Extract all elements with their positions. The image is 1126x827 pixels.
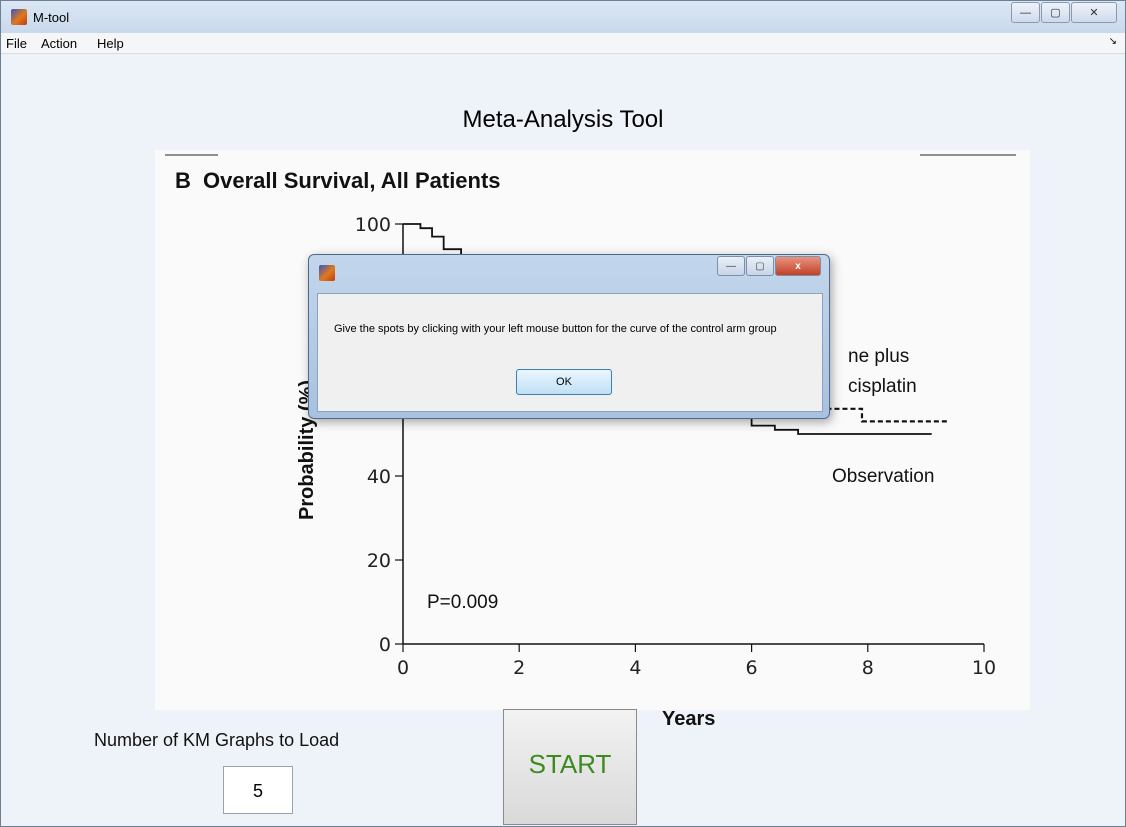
x-axis-label: Years xyxy=(662,708,716,730)
y-tick-label: 40 xyxy=(367,466,391,488)
dialog-close-button[interactable]: x xyxy=(775,256,821,276)
num-graphs-input[interactable]: 5 xyxy=(223,766,293,814)
x-tick-label: 10 xyxy=(972,657,996,679)
p-value-annotation: P=0.009 xyxy=(427,592,499,613)
dialog-minimize-button[interactable]: — xyxy=(717,256,745,276)
chart-title: Overall Survival, All Patients xyxy=(203,168,501,193)
x-tick-label: 4 xyxy=(629,657,641,679)
treatment-arm-label-line1: ne plus xyxy=(848,346,910,367)
start-button[interactable]: START xyxy=(503,709,637,825)
observation-arm-label: Observation xyxy=(832,466,935,487)
dialog-window-controls: — ▢ x xyxy=(716,256,821,276)
y-tick-label: 0 xyxy=(379,634,391,656)
panel-letter: B xyxy=(175,168,191,193)
matlab-logo-icon xyxy=(319,265,335,281)
num-graphs-label: Number of KM Graphs to Load xyxy=(94,730,340,750)
instruction-dialog: — ▢ x Give the spots by clicking with yo… xyxy=(308,254,830,419)
x-tick-label: 6 xyxy=(746,657,758,679)
dialog-body: Give the spots by clicking with your lef… xyxy=(317,293,823,412)
x-tick-label: 8 xyxy=(862,657,874,679)
dialog-message: Give the spots by clicking with your lef… xyxy=(334,323,777,335)
ok-button[interactable]: OK xyxy=(516,369,612,395)
y-tick-label: 100 xyxy=(355,214,391,236)
x-tick-label: 0 xyxy=(397,657,409,679)
treatment-arm-label-line2: cisplatin xyxy=(848,376,917,397)
dialog-maximize-button[interactable]: ▢ xyxy=(746,256,774,276)
y-tick-label: 20 xyxy=(367,550,391,572)
x-tick-label: 2 xyxy=(513,657,525,679)
